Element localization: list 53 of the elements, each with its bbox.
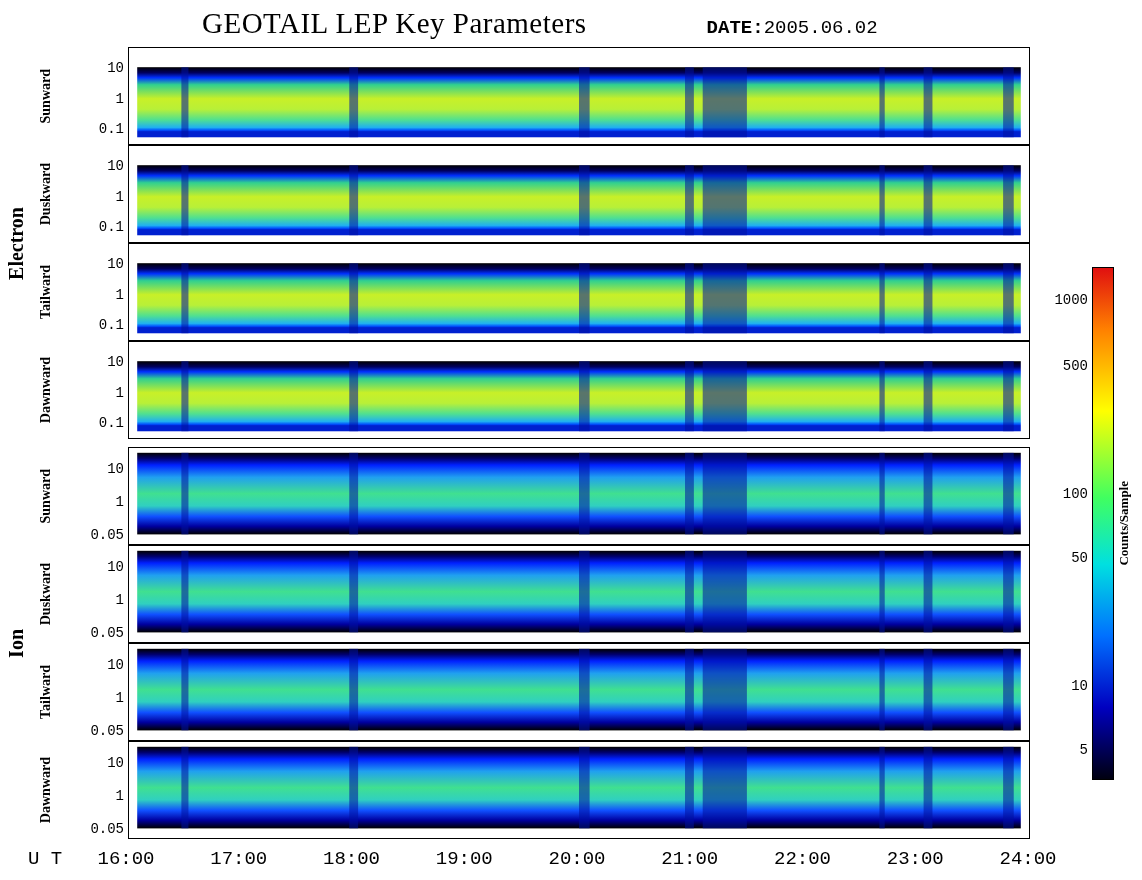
colorbar-tick-label: 100 [1062,486,1088,502]
panel-label: Duskward [38,162,54,226]
group-label: Electron [4,206,28,280]
axis-tick-label: 10 [107,755,124,771]
colorbar-tick-label: 5 [1079,742,1088,758]
axis-tick-label: 16:00 [96,848,156,870]
panel-label: Tailward [38,265,54,319]
panel-label: Tailward [38,665,54,719]
axis-tick-label: 20:00 [547,848,607,870]
panel-label: Sunward [38,68,54,124]
panel-label: Duskward [38,562,54,626]
colorbar-tick-label: 50 [1071,550,1088,566]
colorbar-tick-label: 500 [1062,358,1088,374]
panel-label: Sunward [38,468,54,524]
axis-tick-label: 1 [115,188,124,205]
axis-tick-label: 19:00 [434,848,494,870]
axis-tick-label: 10 [107,657,124,673]
axis-tick-label: 0.1 [98,317,124,333]
axis-tick-label: 1 [115,90,124,107]
panel-label: Dawnward [38,356,54,424]
axis-tick-label: 1 [115,788,124,804]
axis-label: U T [27,848,64,870]
group-label: Ion [4,628,28,658]
axis-tick-label: 10 [107,559,124,575]
axis-tick-label: 1 [115,592,124,608]
axis-tick-label: 10 [107,461,124,477]
colorbar-label: Counts/Sample [1116,481,1132,566]
axis-tick-label: 23:00 [885,848,945,870]
axis-tick-label: 10 [107,60,124,76]
axis-tick-label: 21:00 [660,848,720,870]
axis-tick-label: 10 [107,158,124,174]
axis-tick-label: 0.05 [90,625,124,641]
axis-tick-label: 24:00 [998,848,1058,870]
axis-tick-label: 1 [115,286,124,303]
axis-tick-label: 0.05 [90,527,124,543]
axis-tick-label: 1 [115,494,124,510]
axis-tick-label: 17:00 [209,848,269,870]
axis-tick-label: 0.05 [90,821,124,837]
colorbar-tick-label: 10 [1071,678,1088,694]
axis-tick-label: 22:00 [773,848,832,870]
axis-tick-label: 0.05 [90,723,124,739]
axis-tick-label: 18:00 [322,848,381,870]
axis-tick-label: 0.1 [98,415,124,431]
chart-title: GEOTAIL LEP Key Parameters [202,7,587,40]
colorbar-tick-label: 1000 [1054,292,1088,308]
axis-tick-label: 0.1 [98,121,124,137]
axis-tick-label: 0.1 [98,219,124,235]
axis-tick-label: 1 [115,690,124,706]
axis-tick-label: 1 [115,384,124,401]
panel-label: Dawnward [38,756,54,824]
axis-tick-label: 10 [107,354,124,370]
axis-tick-label: 10 [107,256,124,272]
date-label: DATE:2005.06.02 [706,16,878,39]
